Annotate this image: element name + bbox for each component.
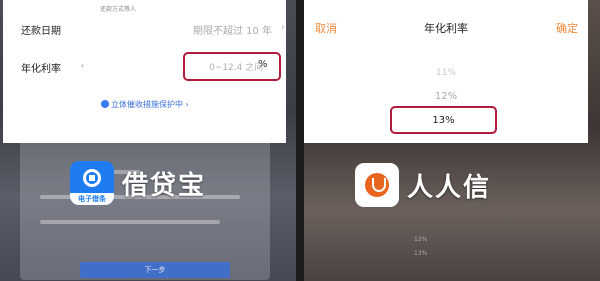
brand-name-jiedaibao: 借贷宝	[122, 170, 207, 201]
protection-text: 立体催收措施保护中	[111, 100, 183, 109]
chevron-right-icon: ›	[281, 22, 285, 33]
brand-jiedaibao: 电子借条 借贷宝	[70, 161, 206, 205]
brand-renrenxin: 人人信	[355, 163, 491, 207]
interest-rate-input-highlight[interactable]: 0~12.4 之间 %	[183, 52, 281, 81]
rate-option-selected[interactable]: 13%	[392, 115, 495, 126]
jiedaibao-logo-icon: 电子借条	[70, 161, 114, 205]
repayment-date-label: 还款日期	[21, 26, 61, 37]
confirm-button[interactable]: 确定	[556, 20, 578, 36]
selected-rate-highlight[interactable]: 13%	[390, 106, 497, 134]
background-next-button: 下一步	[80, 262, 230, 278]
rate-option[interactable]: 12%	[304, 91, 588, 102]
renrenxin-logo-icon	[355, 163, 399, 207]
percent-unit: %	[258, 59, 268, 70]
rate-picker-card: 取消 年化利率 确定 11% 12% 13%	[304, 0, 588, 143]
loan-form-card: 还款方式等人 还款日期 期限不超过 10 年 › 年化利率 ‹ 0~12.4 之…	[3, 0, 286, 143]
protection-link[interactable]: 立体催收措施保护中 ›	[101, 99, 189, 110]
panel-divider	[296, 0, 304, 281]
brand-name-renrenxin: 人人信	[407, 172, 492, 203]
rate-option[interactable]: 11%	[304, 68, 588, 78]
background-text-line	[40, 220, 220, 224]
shield-icon	[101, 100, 109, 108]
background-option: 12%	[414, 236, 428, 243]
background-option: 13%	[414, 250, 428, 257]
picker-title: 年化利率	[424, 22, 468, 35]
interest-rate-label: 年化利率	[21, 64, 61, 75]
info-icon[interactable]: ‹	[81, 61, 84, 70]
logo-tag: 电子借条	[70, 193, 114, 205]
form-header-small: 还款方式等人	[100, 6, 137, 13]
interest-rate-input[interactable]: 0~12.4 之间	[209, 60, 263, 73]
repayment-date-value: 期限不超过 10 年	[193, 26, 273, 37]
